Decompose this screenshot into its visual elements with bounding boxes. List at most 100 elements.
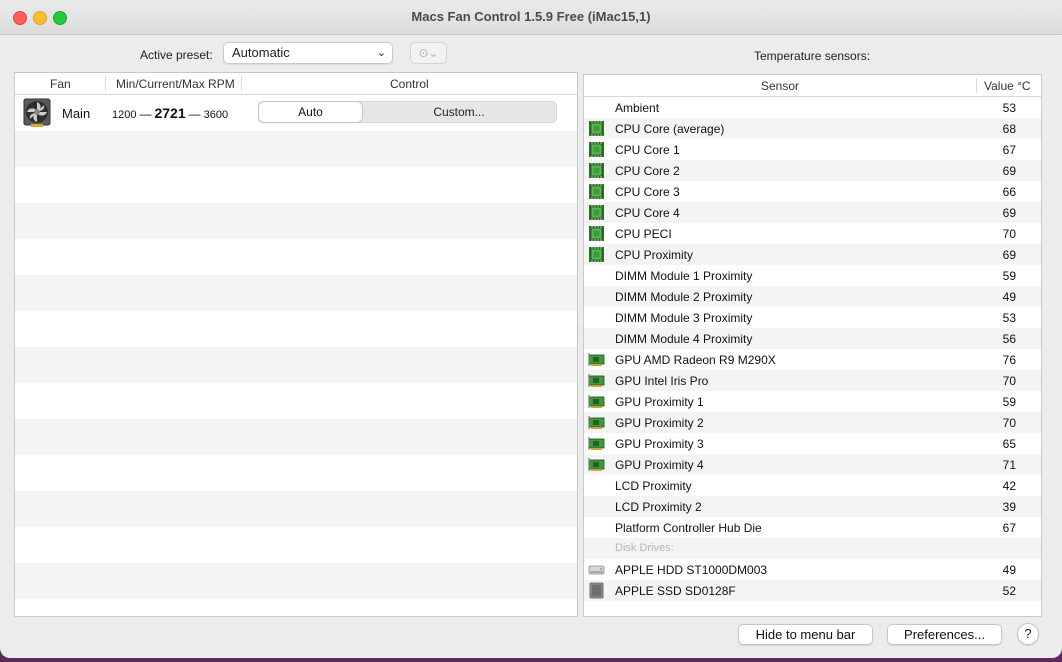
sensor-name: APPLE HDD ST1000DM003: [615, 563, 768, 577]
sensor-row[interactable]: LCD Proximity 42: [584, 475, 1041, 496]
sensor-value: 65: [1002, 437, 1016, 451]
sensor-value: 66: [1002, 185, 1016, 199]
fan-current-rpm: 2721: [154, 105, 186, 121]
active-preset-value: Automatic: [232, 45, 290, 60]
sensor-value: 69: [1002, 164, 1016, 178]
title-bar[interactable]: Macs Fan Control 1.5.9 Free (iMac15,1): [0, 0, 1062, 35]
active-preset-label: Active preset:: [140, 48, 213, 62]
sensor-value: 68: [1002, 122, 1016, 136]
sensor-name: CPU Core 1: [615, 143, 680, 157]
sensor-value: 70: [1002, 416, 1016, 430]
sensor-value: 49: [1002, 290, 1016, 304]
window-title: Macs Fan Control 1.5.9 Free (iMac15,1): [411, 9, 651, 24]
sensor-value: 71: [1002, 458, 1016, 472]
sensor-row[interactable]: CPU Core 4 69: [584, 202, 1041, 223]
sensor-name: CPU Core 3: [615, 185, 680, 199]
fan-control-custom-button[interactable]: Custom...: [362, 102, 556, 122]
sensor-row[interactable]: DIMM Module 1 Proximity 59: [584, 265, 1041, 286]
sensor-name: LCD Proximity: [615, 479, 692, 493]
sensor-row[interactable]: GPU Proximity 3 65: [584, 433, 1041, 454]
column-header-control[interactable]: Control: [390, 77, 429, 91]
sensor-row[interactable]: GPU Proximity 2 70: [584, 412, 1041, 433]
sensor-row[interactable]: APPLE SSD SD0128F 52: [584, 580, 1041, 601]
hide-to-menu-bar-button[interactable]: Hide to menu bar: [738, 624, 873, 645]
fan-control-auto-button[interactable]: Auto: [259, 102, 362, 122]
sensor-name: CPU Proximity: [615, 248, 694, 262]
sensor-row[interactable]: CPU Core 2 69: [584, 160, 1041, 181]
fan-row-main[interactable]: Main 1200—2721—3600 Auto Custom...: [15, 95, 577, 131]
sensor-row[interactable]: APPLE HDD ST1000DM003 49: [584, 559, 1041, 580]
column-separator: [976, 78, 977, 93]
fan-name: Main: [62, 106, 91, 121]
sensor-value: 52: [1002, 584, 1016, 598]
column-header-value[interactable]: Value °C: [984, 79, 1031, 93]
sensor-row[interactable]: CPU PECI 70: [584, 223, 1041, 244]
ellipsis-circle-icon: ⊙⌄: [418, 46, 439, 60]
sensor-row[interactable]: GPU AMD Radeon R9 M290X 76: [584, 349, 1041, 370]
fan-table: Fan Min/Current/Max RPM Control Main 120…: [14, 72, 578, 617]
temperature-sensors-label: Temperature sensors:: [754, 49, 871, 63]
sensor-value: 67: [1002, 143, 1016, 157]
sensor-row[interactable]: GPU Intel Iris Pro 70: [584, 370, 1041, 391]
sensor-row[interactable]: Platform Controller Hub Die 67: [584, 517, 1041, 538]
sensor-value: 56: [1002, 332, 1016, 346]
column-header-sensor[interactable]: Sensor: [584, 79, 976, 93]
sensor-name: Platform Controller Hub Die: [615, 521, 762, 535]
sensor-name: GPU Proximity 2: [615, 416, 704, 430]
fan-control-segmented: Auto Custom...: [258, 101, 557, 123]
sensor-row[interactable]: CPU Core 1 67: [584, 139, 1041, 160]
fan-table-header: Fan Min/Current/Max RPM Control: [15, 73, 577, 95]
sensor-table-header: Sensor Value °C: [584, 75, 1041, 97]
fan-table-background: [15, 95, 577, 616]
fan-icon: [23, 98, 51, 127]
sensor-name: CPU Core (average): [615, 122, 725, 136]
sensor-row[interactable]: DIMM Module 4 Proximity 56: [584, 328, 1041, 349]
split-view-divider[interactable]: ⁞: [577, 325, 581, 334]
fan-min-rpm: 1200: [112, 109, 137, 121]
sensor-name: GPU Proximity 4: [615, 458, 704, 472]
sensor-value: 59: [1002, 269, 1016, 283]
sensor-row[interactable]: GPU Proximity 4 71: [584, 454, 1041, 475]
sensor-row[interactable]: GPU Proximity 1 59: [584, 391, 1041, 412]
sensor-table: Sensor Value °C Ambient 53 CPU Core (avera…: [583, 74, 1042, 617]
sensor-row[interactable]: CPU Core (average) 68: [584, 118, 1041, 139]
sensor-value: 70: [1002, 374, 1016, 388]
sensor-row[interactable]: DIMM Module 2 Proximity 49: [584, 286, 1041, 307]
preferences-button[interactable]: Preferences...: [887, 624, 1002, 645]
sensor-row[interactable]: CPU Core 3 66: [584, 181, 1041, 202]
sensor-name: DIMM Module 2 Proximity: [615, 290, 753, 304]
sensor-row[interactable]: CPU Proximity 69: [584, 244, 1041, 265]
sensor-name: Disk Drives:: [615, 542, 674, 554]
active-preset-select[interactable]: Automatic ⌄: [223, 42, 393, 64]
sensor-section-header: Disk Drives:: [584, 538, 1041, 559]
sensor-value: 69: [1002, 206, 1016, 220]
sensor-row[interactable]: Ambient 53: [584, 97, 1041, 118]
sensor-value: 70: [1002, 227, 1016, 241]
column-separator: [241, 76, 242, 91]
chevron-down-icon: ⌄: [376, 47, 386, 59]
sensor-value: 42: [1002, 479, 1016, 493]
sensor-name: CPU Core 4: [615, 206, 680, 220]
help-button[interactable]: ?: [1017, 623, 1039, 645]
sensor-name: LCD Proximity 2: [615, 500, 702, 514]
sensor-name: CPU Core 2: [615, 164, 680, 178]
sensor-name: GPU Intel Iris Pro: [615, 374, 709, 388]
sensor-name: GPU Proximity 3: [615, 437, 704, 451]
sensor-value: 49: [1002, 563, 1016, 577]
sensor-name: GPU AMD Radeon R9 M290X: [615, 353, 776, 367]
sensor-value: 59: [1002, 395, 1016, 409]
sensor-name: GPU Proximity 1: [615, 395, 704, 409]
sensor-value: 67: [1002, 521, 1016, 535]
preset-options-button[interactable]: ⊙⌄: [410, 42, 447, 64]
app-window: Macs Fan Control 1.5.9 Free (iMac15,1) A…: [0, 0, 1062, 658]
sensor-value: 39: [1002, 500, 1016, 514]
sensor-name: DIMM Module 4 Proximity: [615, 332, 753, 346]
column-header-rpm[interactable]: Min/Current/Max RPM: [116, 77, 235, 91]
sensor-name: DIMM Module 1 Proximity: [615, 269, 753, 283]
sensor-row[interactable]: DIMM Module 3 Proximity 53: [584, 307, 1041, 328]
sensor-row[interactable]: LCD Proximity 2 39: [584, 496, 1041, 517]
column-header-fan[interactable]: Fan: [50, 77, 71, 91]
fan-rpm-readout: 1200—2721—3600: [112, 105, 229, 121]
sensor-value: 53: [1002, 311, 1016, 325]
sensor-name: APPLE SSD SD0128F: [615, 584, 736, 598]
